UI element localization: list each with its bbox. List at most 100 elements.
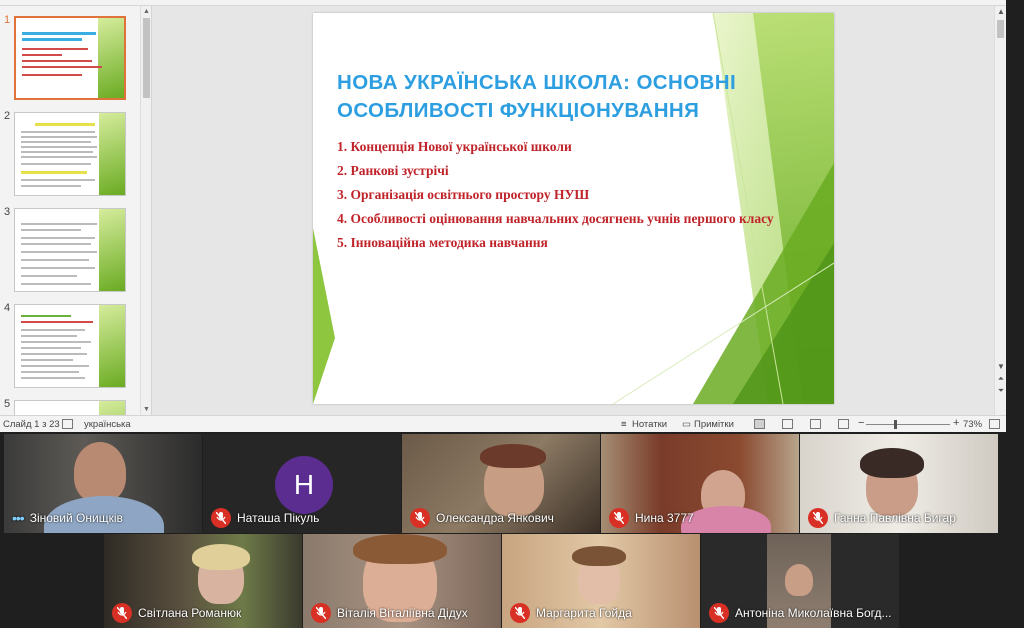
scrollbar-thumb[interactable] (143, 18, 150, 98)
thumbnail-line (22, 54, 62, 56)
mic-muted-icon (510, 603, 530, 623)
thumbnail-line (21, 156, 97, 158)
video-tile-participant-5[interactable]: Ганна Павлівна Бигар (800, 434, 998, 533)
thumbnail-preview (14, 208, 126, 292)
thumbnail-line (21, 131, 95, 133)
thumbnail-preview (14, 400, 126, 415)
scroll-up-icon[interactable]: ▲ (142, 7, 151, 16)
thumbnail-decoration (99, 305, 125, 387)
zoom-level[interactable]: 73% (963, 419, 982, 430)
slide-list-item: 1. Концепція Нової української школи (337, 139, 572, 154)
editor-scrollbar[interactable]: ▲ ▼ ⏶ ⏷ (994, 6, 1006, 415)
participant-name: Нина 3777 (635, 511, 694, 525)
slide-title: НОВА УКРАЇНСЬКА ШКОЛА: ОСНОВНІ ОСОБЛИВОС… (337, 71, 737, 122)
thumbnail-line (21, 243, 91, 245)
video-tile-participant-1[interactable]: ••• Зіновий Онищків (4, 434, 202, 533)
thumbnail-line (21, 229, 81, 231)
thumbnail-line (22, 48, 88, 50)
zoom-in-button[interactable]: + (953, 417, 959, 429)
thumbnail-line (21, 275, 77, 277)
video-tile-participant-9[interactable]: Антоніна Миколаївна Богд... (701, 534, 899, 628)
thumbnail-slide-4[interactable]: 4 (0, 302, 140, 390)
video-tile-participant-4[interactable]: Нина 3777 (601, 434, 799, 533)
thumbnail-line (35, 123, 95, 126)
zoom-slider[interactable] (866, 424, 950, 425)
participant-avatar: H (275, 456, 333, 514)
comments-icon: ▭ (682, 419, 691, 430)
participant-nameplate: Наташа Пікуль (211, 508, 319, 528)
mic-muted-icon (112, 603, 132, 623)
thumbnail-line (21, 259, 89, 261)
comments-button[interactable]: Примітки (694, 419, 734, 430)
participant-name: Антоніна Миколаївна Богд... (735, 606, 892, 620)
notes-button[interactable]: Нотатки (632, 419, 667, 430)
slideshow-icon[interactable] (838, 419, 849, 429)
thumbnail-line (21, 267, 95, 269)
zoom-out-button[interactable]: − (858, 417, 864, 429)
participant-face (74, 442, 126, 502)
participant-hair (572, 546, 626, 566)
thumbnail-line (21, 223, 97, 225)
participant-hair (353, 534, 447, 564)
thumbnail-line (22, 60, 92, 62)
participant-nameplate: Нина 3777 (609, 508, 694, 528)
thumbnail-decoration (99, 401, 125, 415)
slide-thumbnails-pane: 1 2 3 4 5 (0, 6, 152, 415)
video-tile-participant-6[interactable]: Світлана Романюк (104, 534, 302, 628)
thumbnail-line (21, 136, 97, 138)
mic-muted-icon (410, 508, 430, 528)
slide-sorter-icon[interactable] (782, 419, 793, 429)
slide-editor: НОВА УКРАЇНСЬКА ШКОЛА: ОСНОВНІ ОСОБЛИВОС… (153, 6, 994, 415)
participant-name: Зіновий Онищків (29, 511, 123, 525)
thumbnail-line (22, 32, 96, 35)
thumbnail-scrollbar[interactable]: ▲ ▼ (140, 6, 151, 415)
thumbnail-slide-3[interactable]: 3 (0, 206, 140, 294)
video-tile-participant-7[interactable]: Віталія Віталіївна Дідух (303, 534, 501, 628)
participant-nameplate: Олександра Янкович (410, 508, 554, 528)
slide-list-item: 5. Інноваційна методика навчання (337, 235, 548, 250)
thumbnail-number: 4 (4, 302, 11, 314)
participant-name: Наташа Пікуль (237, 511, 320, 525)
thumbnail-line (22, 38, 82, 41)
thumbnail-slide-1[interactable]: 1 (0, 14, 140, 102)
thumbnail-line (21, 377, 85, 379)
thumbnail-preview (14, 304, 126, 388)
spellcheck-icon[interactable] (62, 419, 73, 429)
current-slide[interactable]: НОВА УКРАЇНСЬКА ШКОЛА: ОСНОВНІ ОСОБЛИВОС… (313, 13, 834, 404)
mic-muted-icon (609, 508, 629, 528)
video-tile-participant-8[interactable]: Маргарита Гойда (502, 534, 700, 628)
thumbnail-line (21, 283, 91, 285)
thumbnail-slide-2[interactable]: 2 (0, 110, 140, 198)
slide-counter: Слайд 1 з 23 (3, 419, 60, 430)
previous-slide-icon[interactable]: ⏶ (996, 374, 1006, 384)
mic-muted-icon (311, 603, 331, 623)
normal-view-icon[interactable] (754, 419, 765, 429)
scroll-down-icon[interactable]: ▼ (142, 405, 151, 414)
thumbnail-line (21, 179, 95, 181)
zoom-slider-knob[interactable] (894, 420, 898, 429)
next-slide-icon[interactable]: ⏷ (996, 386, 1006, 396)
participant-name: Олександра Янкович (436, 511, 554, 525)
thumbnail-preview (14, 16, 126, 100)
thumbnail-line (22, 66, 102, 68)
scrollbar-thumb[interactable] (997, 20, 1004, 38)
video-tile-participant-2[interactable]: H Наташа Пікуль (203, 434, 401, 533)
scroll-down-icon[interactable]: ▼ (996, 362, 1006, 372)
thumbnail-line (21, 321, 93, 323)
thumbnail-slide-5[interactable]: 5 (0, 398, 140, 415)
thumbnail-number: 2 (4, 110, 11, 122)
fit-to-window-icon[interactable] (989, 419, 1000, 429)
participant-name: Маргарита Гойда (536, 606, 632, 620)
participant-nameplate: ••• Зіновий Онищків (12, 508, 123, 528)
participant-nameplate: Світлана Романюк (112, 603, 241, 623)
participant-name: Віталія Віталіївна Дідух (337, 606, 468, 620)
thumbnail-line (21, 185, 81, 187)
scroll-up-icon[interactable]: ▲ (996, 7, 1006, 17)
thumbnail-decoration (99, 113, 125, 195)
video-tile-participant-3[interactable]: Олександра Янкович (402, 434, 600, 533)
notes-icon: ≡ (621, 419, 627, 430)
thumbnail-decoration (98, 18, 124, 98)
language-indicator[interactable]: українська (84, 419, 131, 430)
thumbnail-line (21, 371, 79, 373)
reading-view-icon[interactable] (810, 419, 821, 429)
